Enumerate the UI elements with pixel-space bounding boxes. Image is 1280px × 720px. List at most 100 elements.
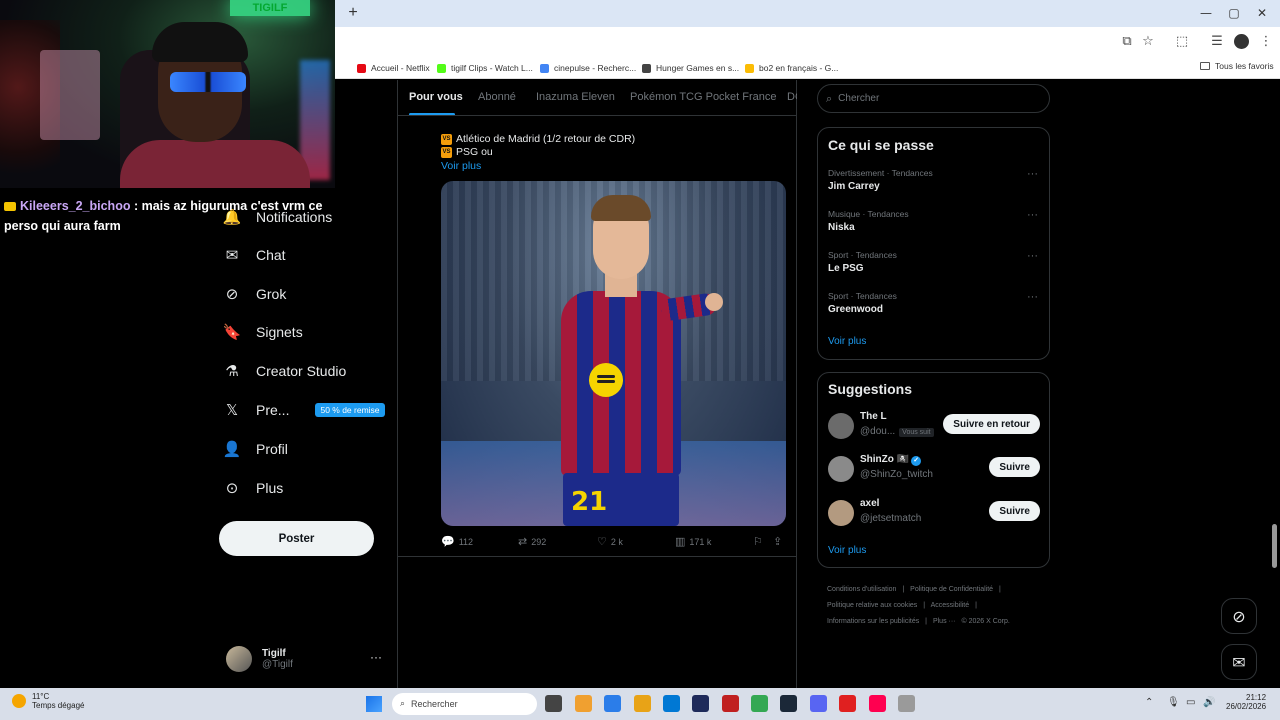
install-app-icon[interactable]: ⧉ <box>1119 34 1135 50</box>
footer-link[interactable]: Accessibilité <box>931 602 970 609</box>
taskbar-app-icon[interactable] <box>722 695 739 712</box>
footer-link[interactable]: Politique relative aux cookies <box>827 602 917 609</box>
suggestion-item[interactable]: The L @dou... Vous suit Suivre en retour <box>828 411 1040 441</box>
footer-link[interactable]: Conditions d'utilisation <box>827 586 896 593</box>
taskbar-app-icon[interactable] <box>898 695 915 712</box>
taskbar-app-icon[interactable] <box>545 695 562 712</box>
taskbar-app-icon[interactable] <box>751 695 768 712</box>
streamer-cap <box>152 22 248 62</box>
trend-item[interactable]: Sport · Tendances Le PSG ··· <box>828 250 1038 274</box>
scrollbar[interactable] <box>1272 524 1277 568</box>
tab-following[interactable]: Abonné <box>478 91 516 103</box>
all-bookmarks[interactable]: Tous les favoris <box>1200 61 1274 71</box>
new-tab-button[interactable]: + <box>345 5 361 21</box>
nav-creator-studio[interactable]: ⚗ Creator Studio <box>222 357 346 385</box>
network-icon[interactable]: ▭ <box>1186 697 1195 708</box>
volume-icon[interactable]: 🔊 <box>1203 697 1215 708</box>
webcam-overlay: TIGILF <box>0 0 335 188</box>
tab-inazuma-eleven[interactable]: Inazuma Eleven <box>536 91 615 103</box>
taskbar-app-icon[interactable] <box>575 695 592 712</box>
nav-more[interactable]: ⊙ Plus <box>222 474 284 502</box>
footer-link[interactable]: Plus ··· <box>933 618 956 625</box>
extensions-icon[interactable]: ⬚ <box>1174 34 1190 50</box>
follow-button[interactable]: Suivre <box>989 457 1040 477</box>
taskbar-app-icon[interactable] <box>839 695 856 712</box>
minimize-button[interactable]: — <box>1196 5 1216 21</box>
taskbar-app-icon[interactable] <box>869 695 886 712</box>
follow-button[interactable]: Suivre <box>989 501 1040 521</box>
trend-item[interactable]: Musique · Tendances Niska ··· <box>828 209 1038 233</box>
search-input[interactable]: ⌕ Chercher <box>817 84 1050 113</box>
crown-icon <box>4 202 16 212</box>
bookmark-button[interactable]: ⚐ <box>753 535 763 548</box>
microphone-icon[interactable]: 🎙 <box>1167 697 1180 708</box>
taskbar-app-icon[interactable] <box>692 695 709 712</box>
bookmark-netflix[interactable]: Accueil - Netflix <box>357 61 430 75</box>
bookmark-hunger-games[interactable]: Hunger Games en s... <box>642 61 739 75</box>
trend-item[interactable]: Divertissement · Tendances Jim Carrey ··… <box>828 168 1038 192</box>
windows-start-icon[interactable] <box>366 696 382 712</box>
nav-bookmarks[interactable]: 🔖 Signets <box>222 318 303 346</box>
clock[interactable]: 21:12 26/02/2026 <box>1226 693 1266 711</box>
streamer-body <box>120 140 310 188</box>
footer-link[interactable]: Politique de Confidentialité <box>910 586 993 593</box>
post-button[interactable]: Poster <box>219 521 374 556</box>
browser-menu-icon[interactable]: ⋮ <box>1258 34 1274 50</box>
trend-item[interactable]: Sport · Tendances Greenwood ··· <box>828 291 1038 315</box>
bookmark-icon: ⚐ <box>753 535 763 548</box>
like-button[interactable]: ♡ 2 k <box>597 535 623 548</box>
media-icon[interactable]: ☰ <box>1209 34 1225 50</box>
nav-profile[interactable]: 👤 Profil <box>222 435 288 463</box>
views-button[interactable]: ▥ 171 k <box>675 535 711 548</box>
chevron-up-icon[interactable]: ⌃ <box>1145 697 1153 708</box>
show-more-link[interactable]: Voir plus <box>441 160 481 172</box>
browser-profile-avatar[interactable] <box>1234 34 1249 49</box>
taskbar-app-icon[interactable] <box>634 695 651 712</box>
star-icon[interactable]: ☆ <box>1140 34 1156 50</box>
nav-chat[interactable]: ✉ Chat <box>222 241 286 269</box>
taskbar-app-icon[interactable] <box>604 695 621 712</box>
chart-icon: ▥ <box>675 535 686 548</box>
account-switcher[interactable]: Tigilf @Tigilf ··· <box>226 644 386 674</box>
tweet-text-line: VS Atlético de Madrid (1/2 retour de CDR… <box>441 133 636 145</box>
taskbar-search[interactable]: ⌕ Rechercher <box>392 693 537 715</box>
more-icon[interactable]: ··· <box>1027 168 1038 180</box>
messages-float-button[interactable]: ✉ <box>1221 644 1257 680</box>
suggestions-show-more-link[interactable]: Voir plus <box>828 545 866 556</box>
globe-icon <box>642 63 651 73</box>
reply-button[interactable]: 💬 112 <box>441 535 473 548</box>
taskbar-app-icon[interactable] <box>810 695 827 712</box>
tab-pokemon-tcg[interactable]: Pokémon TCG Pocket France <box>630 91 777 103</box>
trends-panel: Ce qui se passe Divertissement · Tendanc… <box>817 127 1050 360</box>
bookmark-bo2[interactable]: bo2 en français - G... <box>745 61 838 75</box>
tab-dc[interactable]: DC <box>787 91 797 103</box>
taskbar-app-icon[interactable] <box>663 695 680 712</box>
taskbar-app-icon[interactable] <box>780 695 797 712</box>
maximize-button[interactable]: ▢ <box>1224 5 1244 21</box>
repost-icon: ⇄ <box>518 535 528 548</box>
suggestion-item[interactable]: ShinZo 🏴‍☠️ ✓ @ShinZo_twitch Suivre <box>828 454 1040 484</box>
trends-show-more-link[interactable]: Voir plus <box>828 336 866 347</box>
bookmark-cinepulse[interactable]: cinepulse - Recherc... <box>540 61 636 75</box>
more-icon[interactable]: ··· <box>370 650 382 664</box>
google-icon <box>540 63 549 73</box>
kick-icon <box>437 63 446 73</box>
share-button[interactable]: ⇪ <box>773 535 782 548</box>
grok-float-button[interactable]: ⊘ <box>1221 598 1257 634</box>
suggestion-item[interactable]: axel @jetsetmatch Suivre <box>828 498 1040 528</box>
taskbar: 11°C Temps dégagé ⌕ Rechercher ⌃ 🎙 ▭ 🔊 2… <box>0 688 1280 720</box>
player-hair <box>591 195 651 221</box>
more-icon[interactable]: ··· <box>1027 250 1038 262</box>
weather-widget[interactable]: 11°C Temps dégagé <box>12 692 84 710</box>
more-icon[interactable]: ··· <box>1027 209 1038 221</box>
close-window-button[interactable]: ✕ <box>1252 5 1272 21</box>
footer-link[interactable]: Informations sur les publicités <box>827 618 919 625</box>
nav-premium[interactable]: 𝕏 Pre... 50 % de remise <box>222 396 385 424</box>
tweet-image[interactable]: 21 <box>441 181 786 526</box>
repost-button[interactable]: ⇄ 292 <box>518 535 546 548</box>
tab-for-you[interactable]: Pour vous <box>409 91 463 103</box>
bookmark-kick-clips[interactable]: tigilf Clips - Watch L... <box>437 61 533 75</box>
nav-grok[interactable]: ⊘ Grok <box>222 280 287 308</box>
more-icon[interactable]: ··· <box>1027 291 1038 303</box>
follow-back-button[interactable]: Suivre en retour <box>943 414 1040 434</box>
